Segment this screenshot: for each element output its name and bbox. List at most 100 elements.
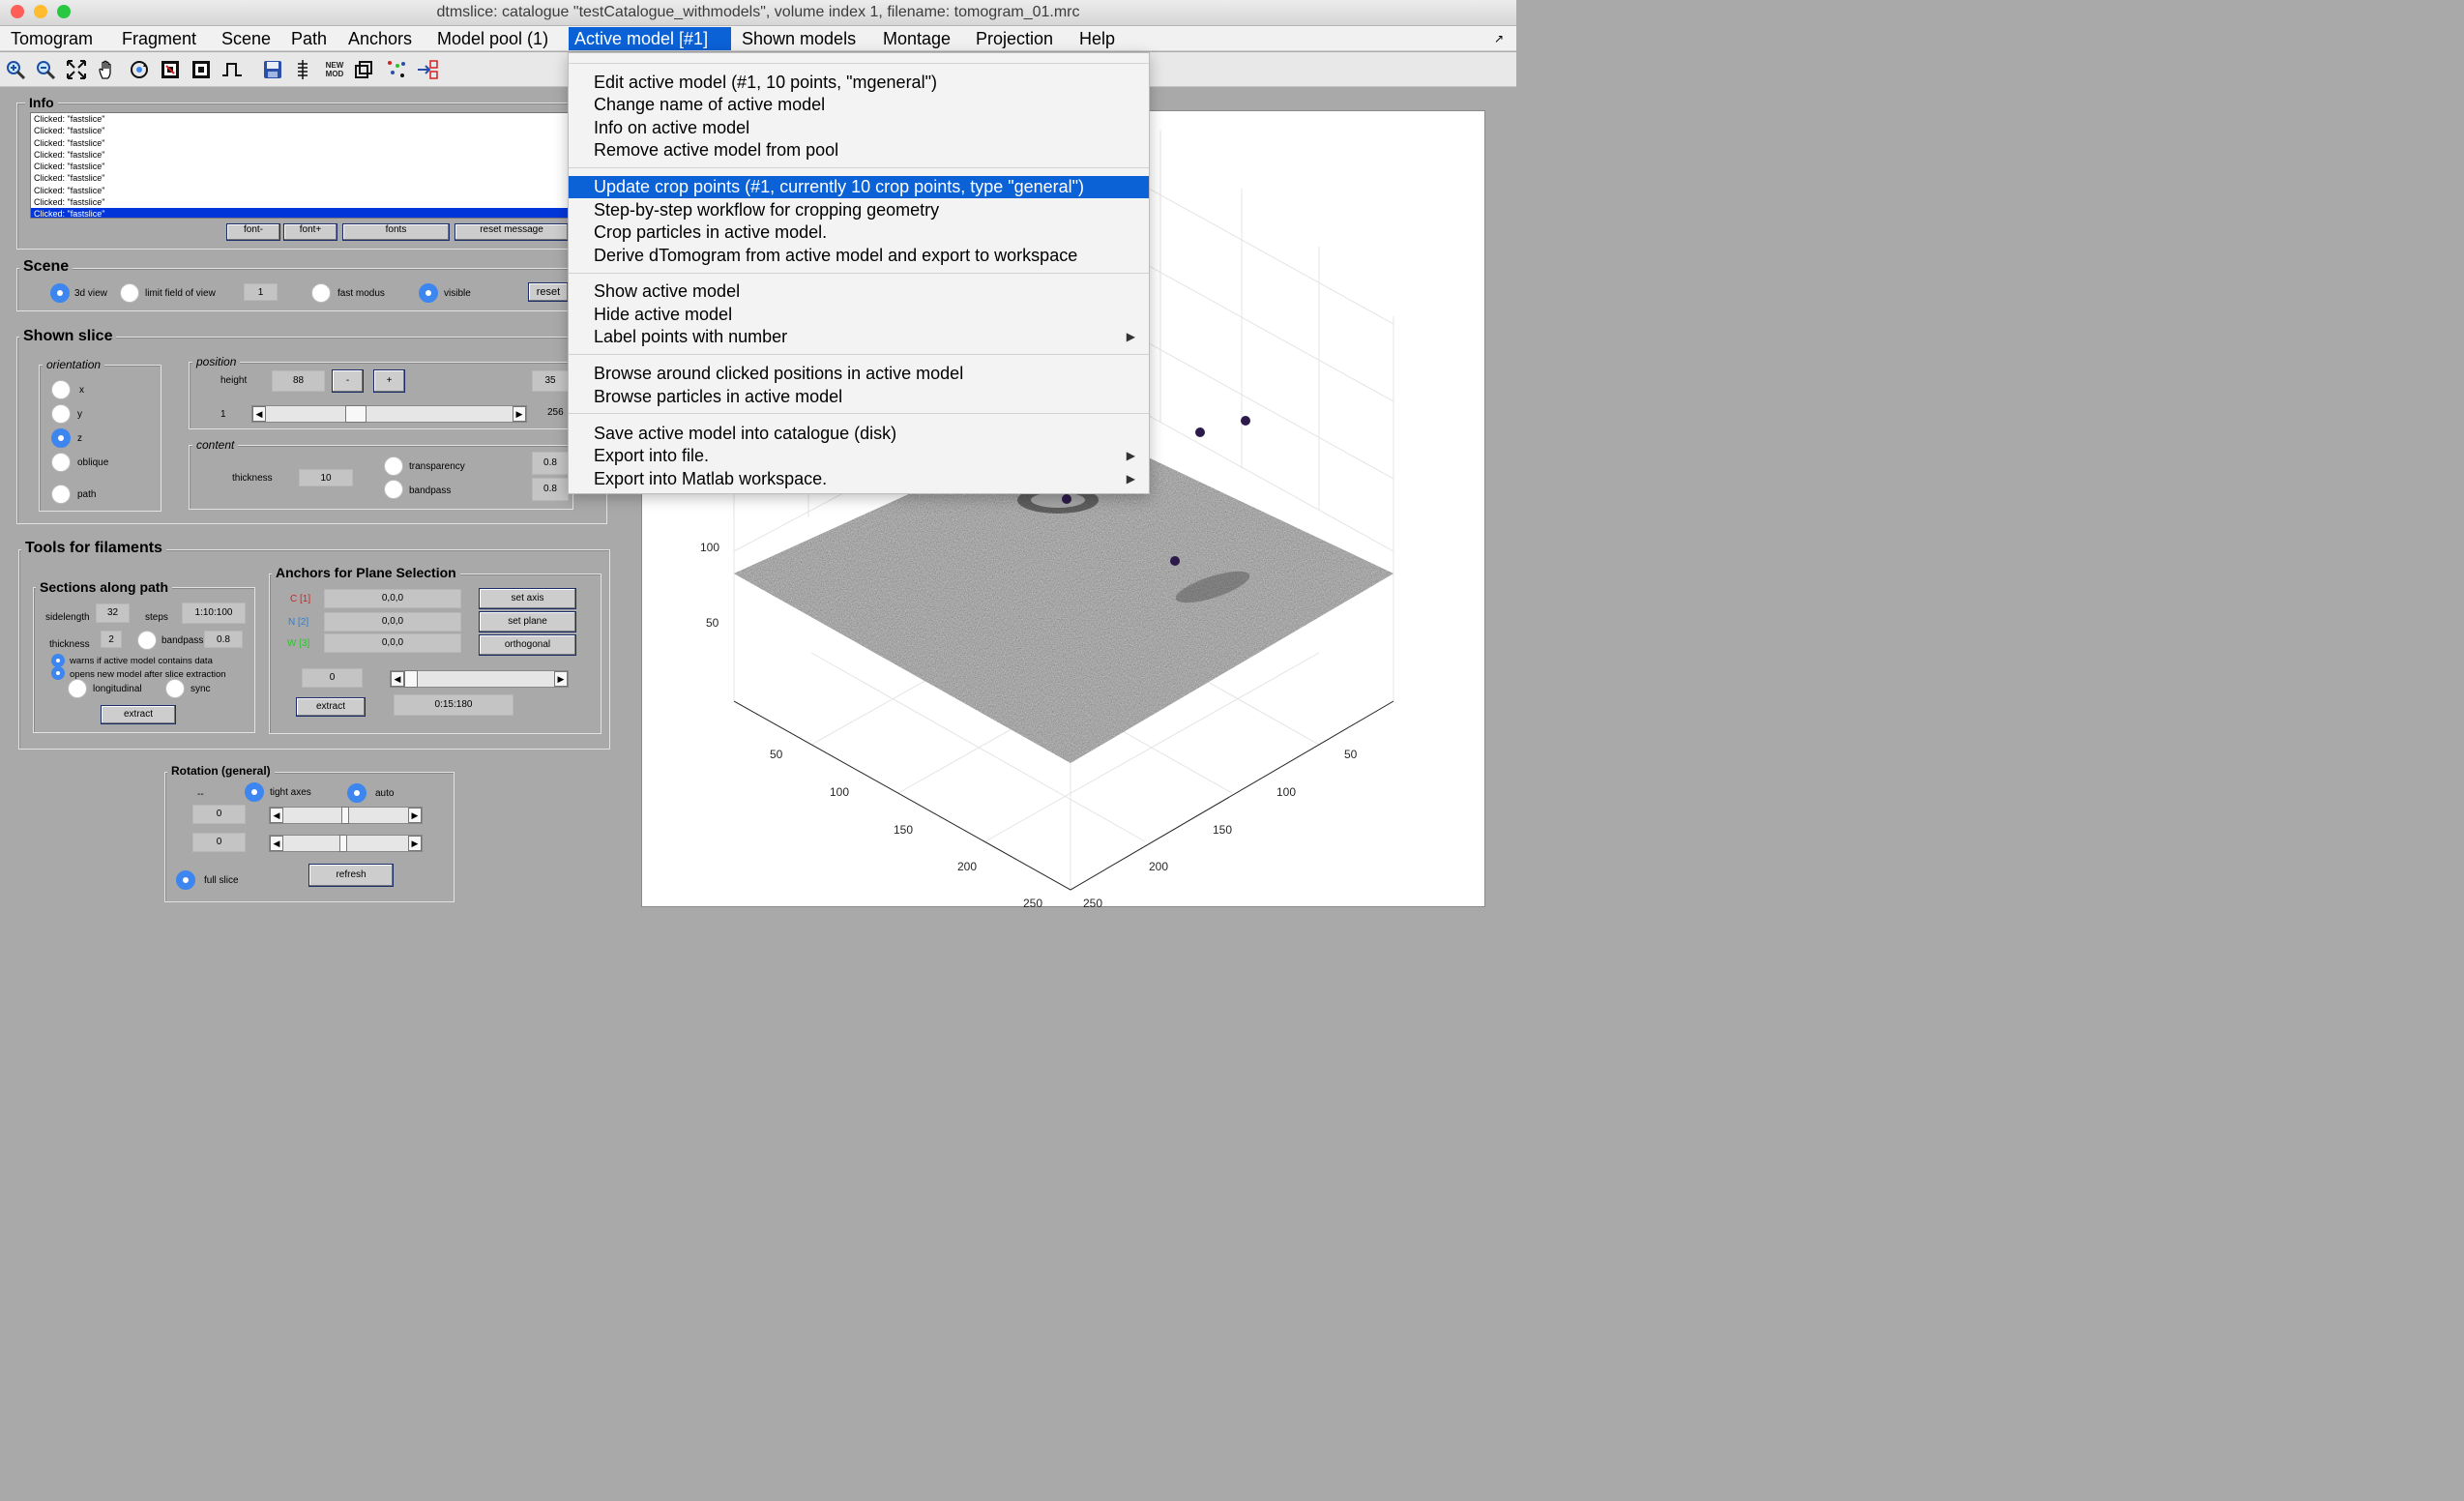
menu-help[interactable]: Help: [1073, 27, 1121, 50]
show-active-model-item[interactable]: Show active model: [569, 280, 1149, 303]
remove-active-model-item[interactable]: Remove active model from pool: [569, 139, 1149, 162]
anchor-n-field[interactable]: 0,0,0: [324, 612, 461, 632]
tight-axes-radio[interactable]: [245, 782, 264, 802]
bandpass-field[interactable]: 0.8: [532, 478, 569, 501]
zoom-in-icon[interactable]: [5, 59, 26, 80]
export-icon[interactable]: [417, 59, 438, 80]
orientation-z-radio[interactable]: [51, 428, 71, 448]
steps-field[interactable]: 1:10:100: [182, 603, 246, 624]
step-by-step-workflow-item[interactable]: Step-by-step workflow for cropping geome…: [569, 199, 1149, 221]
list-item[interactable]: Clicked: "fastslice": [31, 137, 571, 149]
points-icon[interactable]: [386, 59, 407, 80]
visible-radio[interactable]: [419, 283, 438, 303]
label-points-item[interactable]: Label points with number ▶: [569, 326, 1149, 348]
slice-icon[interactable]: [292, 59, 313, 80]
section-thickness-field[interactable]: 2: [101, 631, 122, 648]
hide-active-model-item[interactable]: Hide active model: [569, 304, 1149, 326]
anchor-range-field[interactable]: 0:15:180: [394, 694, 513, 716]
limit-fov-radio[interactable]: [120, 283, 139, 303]
model-point[interactable]: [1062, 494, 1071, 504]
warns-radio[interactable]: [51, 654, 65, 667]
height-minus-button[interactable]: -: [332, 369, 364, 393]
menu-montage[interactable]: Montage: [877, 27, 956, 50]
fit-icon[interactable]: [66, 59, 87, 80]
list-item[interactable]: Clicked: "fastslice": [31, 149, 571, 161]
menu-path[interactable]: Path: [285, 27, 333, 50]
slider-left-arrow-icon[interactable]: ◀: [270, 836, 283, 851]
full-slice-radio[interactable]: [176, 870, 195, 890]
edit-active-model-item[interactable]: Edit active model (#1, 10 points, "mgene…: [569, 72, 1149, 94]
longitudinal-radio[interactable]: [68, 679, 87, 698]
transparency-radio[interactable]: [384, 456, 403, 476]
list-item[interactable]: Clicked: "fastslice": [31, 196, 571, 208]
info-log-list[interactable]: Clicked: "fastslice" Clicked: "fastslice…: [30, 112, 572, 219]
menu-projection[interactable]: Projection: [970, 27, 1059, 50]
height-plus-button[interactable]: +: [373, 369, 405, 393]
step-function-icon[interactable]: [221, 59, 243, 80]
height-field[interactable]: 88: [272, 370, 325, 392]
browse-particles-item[interactable]: Browse particles in active model: [569, 386, 1149, 408]
slider-thumb[interactable]: [345, 405, 367, 423]
anchor-slider[interactable]: ◀ ▶: [390, 670, 569, 688]
auto-radio[interactable]: [347, 783, 367, 803]
slider-right-arrow-icon[interactable]: ▶: [408, 836, 422, 851]
contrast-icon[interactable]: [160, 59, 181, 80]
new-model-icon[interactable]: NEW MOD: [322, 61, 347, 82]
update-crop-points-item[interactable]: Update crop points (#1, currently 10 cro…: [569, 176, 1149, 198]
cube-icon[interactable]: [353, 59, 374, 80]
orientation-x-radio[interactable]: [51, 380, 71, 399]
refresh-button[interactable]: refresh: [308, 864, 394, 887]
sync-radio[interactable]: [165, 679, 185, 698]
font-plus-button[interactable]: font+: [283, 223, 337, 241]
list-item[interactable]: Clicked: "fastslice": [31, 125, 571, 136]
list-item-selected[interactable]: Clicked: "fastslice": [31, 208, 571, 218]
menu-model-pool[interactable]: Model pool (1): [431, 27, 554, 50]
fast-modus-radio[interactable]: [311, 283, 331, 303]
model-point[interactable]: [1195, 427, 1205, 437]
limit-fov-field[interactable]: 1: [244, 283, 278, 301]
anchor-w-field[interactable]: 0,0,0: [324, 633, 461, 653]
rotation-value-2-field[interactable]: 0: [192, 833, 246, 852]
slider-right-arrow-icon[interactable]: ▶: [408, 808, 422, 823]
anchor-extract-button[interactable]: extract: [296, 697, 366, 717]
slider-thumb[interactable]: [341, 807, 349, 824]
slider-right-arrow-icon[interactable]: ▶: [554, 671, 568, 687]
menu-active-model[interactable]: Active model [#1]: [569, 27, 731, 50]
orthogonal-button[interactable]: orthogonal: [479, 634, 576, 656]
list-item[interactable]: Clicked: "fastslice": [31, 161, 571, 172]
contrast-alt-icon[interactable]: [191, 59, 212, 80]
section-extract-button[interactable]: extract: [101, 705, 176, 724]
menu-shown-models[interactable]: Shown models: [736, 27, 862, 50]
menu-tomogram[interactable]: Tomogram: [5, 27, 99, 50]
rotation-slider-2[interactable]: ◀ ▶: [269, 835, 423, 852]
bandpass-radio[interactable]: [384, 480, 403, 499]
orientation-path-radio[interactable]: [51, 485, 71, 504]
save-icon[interactable]: [262, 59, 283, 80]
height-slider[interactable]: ◀ ▶: [251, 405, 527, 423]
export-into-file-item[interactable]: Export into file. ▶: [569, 445, 1149, 467]
info-active-model-item[interactable]: Info on active model: [569, 117, 1149, 139]
opens-radio[interactable]: [51, 666, 65, 680]
slider-left-arrow-icon[interactable]: ◀: [252, 406, 266, 422]
reset-button[interactable]: reset: [528, 282, 569, 302]
reset-message-button[interactable]: reset message: [455, 223, 569, 241]
slider-thumb[interactable]: [404, 670, 418, 688]
set-plane-button[interactable]: set plane: [479, 611, 576, 633]
rotation-slider-1[interactable]: ◀ ▶: [269, 807, 423, 824]
list-item[interactable]: Clicked: "fastslice": [31, 185, 571, 196]
menubar-overflow-icon[interactable]: ↗: [1494, 27, 1504, 50]
save-active-model-item[interactable]: Save active model into catalogue (disk): [569, 423, 1149, 445]
list-item[interactable]: Clicked: "fastslice": [31, 113, 571, 125]
menu-scene[interactable]: Scene: [216, 27, 277, 50]
crop-particles-item[interactable]: Crop particles in active model.: [569, 221, 1149, 244]
model-point[interactable]: [1241, 416, 1250, 426]
sidelength-field[interactable]: 32: [96, 603, 130, 623]
export-matlab-item[interactable]: Export into Matlab workspace. ▶: [569, 468, 1149, 490]
section-bandpass-field[interactable]: 0.8: [204, 631, 243, 648]
rotate-3d-icon[interactable]: [129, 59, 150, 80]
slider-left-arrow-icon[interactable]: ◀: [270, 808, 283, 823]
anchor-index-field[interactable]: 0: [302, 668, 363, 688]
list-item[interactable]: Clicked: "fastslice": [31, 172, 571, 184]
pan-hand-icon[interactable]: [97, 59, 118, 80]
thickness-field[interactable]: 10: [299, 469, 353, 486]
